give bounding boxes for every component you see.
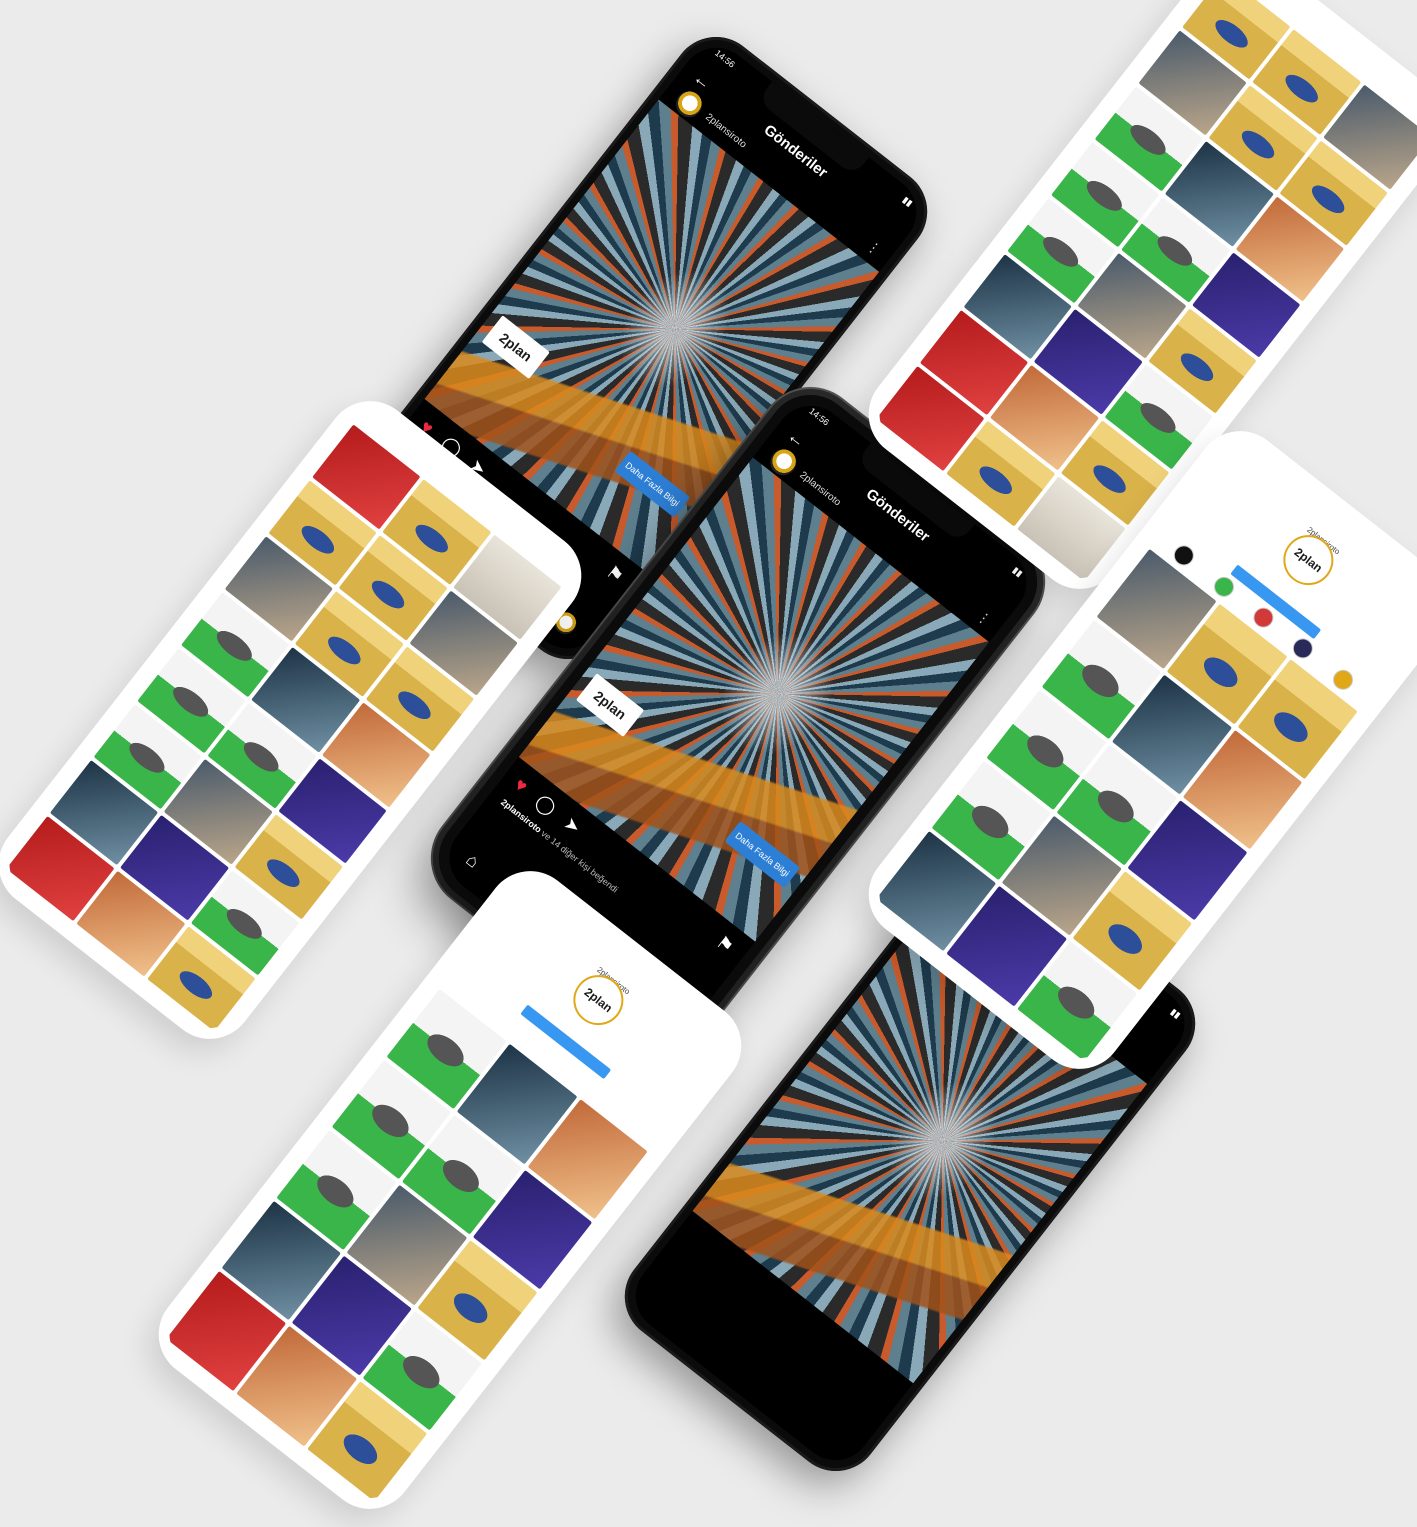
highlight-item[interactable] [1328, 665, 1357, 694]
battery-icon: ▮▮ [1168, 1006, 1183, 1021]
share-icon[interactable]: ➤ [560, 812, 585, 838]
comment-icon[interactable]: ◯ [531, 790, 560, 819]
road-graphic [692, 1076, 1019, 1384]
bookmark-icon[interactable]: ⚑ [602, 561, 628, 587]
highlight-item[interactable] [1169, 541, 1199, 570]
bookmark-icon[interactable]: ⚑ [712, 931, 738, 957]
home-icon[interactable]: ⌂ [462, 849, 484, 872]
battery-icon: ▮▮ [900, 194, 915, 209]
more-options-icon[interactable]: ⋮ [863, 237, 885, 259]
more-options-icon[interactable]: ⋮ [973, 607, 995, 629]
heart-icon[interactable]: ♥ [510, 774, 532, 797]
battery-icon: ▮▮ [1010, 564, 1025, 579]
